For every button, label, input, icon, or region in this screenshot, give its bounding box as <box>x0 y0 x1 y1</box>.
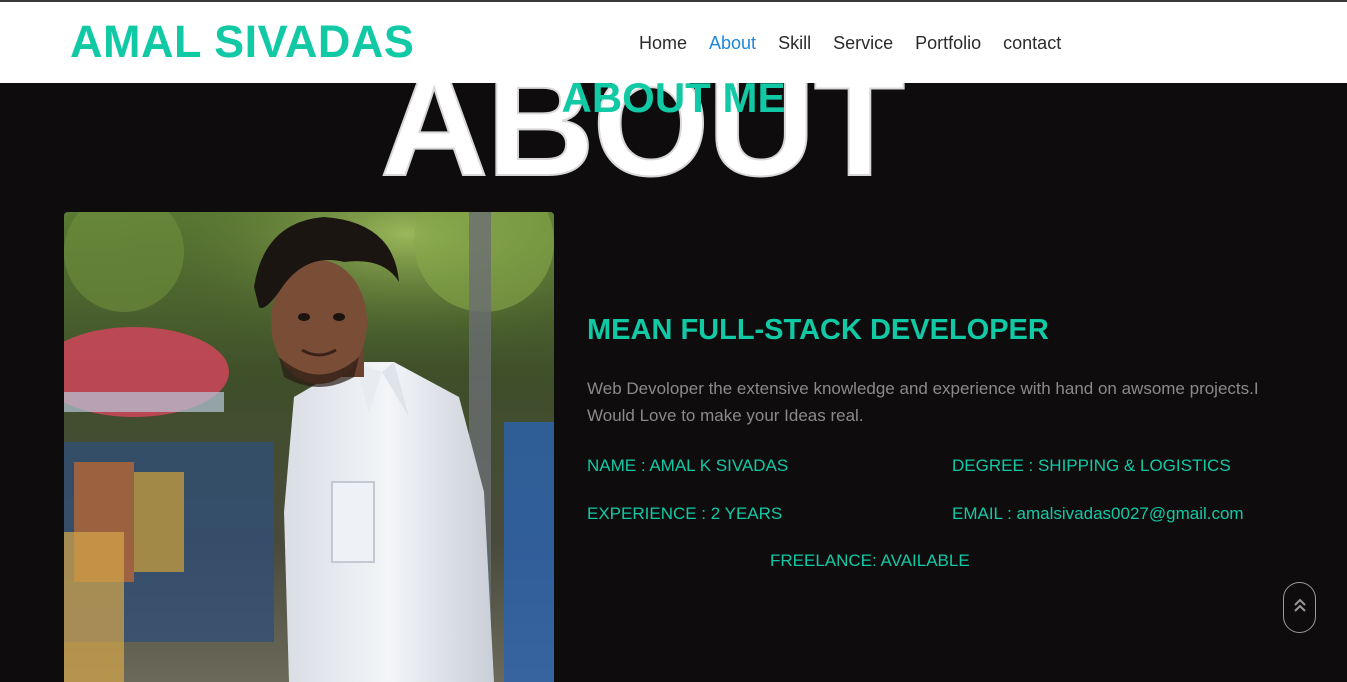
double-chevron-up-icon <box>1293 597 1306 618</box>
nav-skill[interactable]: Skill <box>767 31 822 55</box>
info-email: EMAIL : amalsivadas0027@gmail.com <box>952 504 1244 523</box>
info-experience: EXPERIENCE : 2 YEARS <box>587 504 783 523</box>
info-freelance: FREELANCE: AVAILABLE <box>770 551 970 570</box>
nav-contact[interactable]: contact <box>992 31 1072 55</box>
profile-description: Web Devoloper the extensive knowledge an… <box>587 379 1259 425</box>
nav-home[interactable]: Home <box>628 31 698 55</box>
info-degree: DEGREE : SHIPPING & LOGISTICS <box>952 456 1231 475</box>
scroll-to-top-button[interactable] <box>1283 582 1316 633</box>
portrait-photo <box>64 212 554 682</box>
nav-service[interactable]: Service <box>822 31 904 55</box>
navbar: AMAL SIVADAS Home About Skill Service Po… <box>0 2 1347 83</box>
nav-about[interactable]: About <box>698 31 767 55</box>
info-name: NAME : AMAL K SIVADAS <box>587 456 789 475</box>
brand-logo[interactable]: AMAL SIVADAS <box>70 16 414 68</box>
nav-portfolio[interactable]: Portfolio <box>904 31 992 55</box>
main-nav: Home About Skill Service Portfolio conta… <box>628 31 1072 55</box>
profile-headline: MEAN FULL-STACK DEVELOPER <box>587 314 1049 346</box>
